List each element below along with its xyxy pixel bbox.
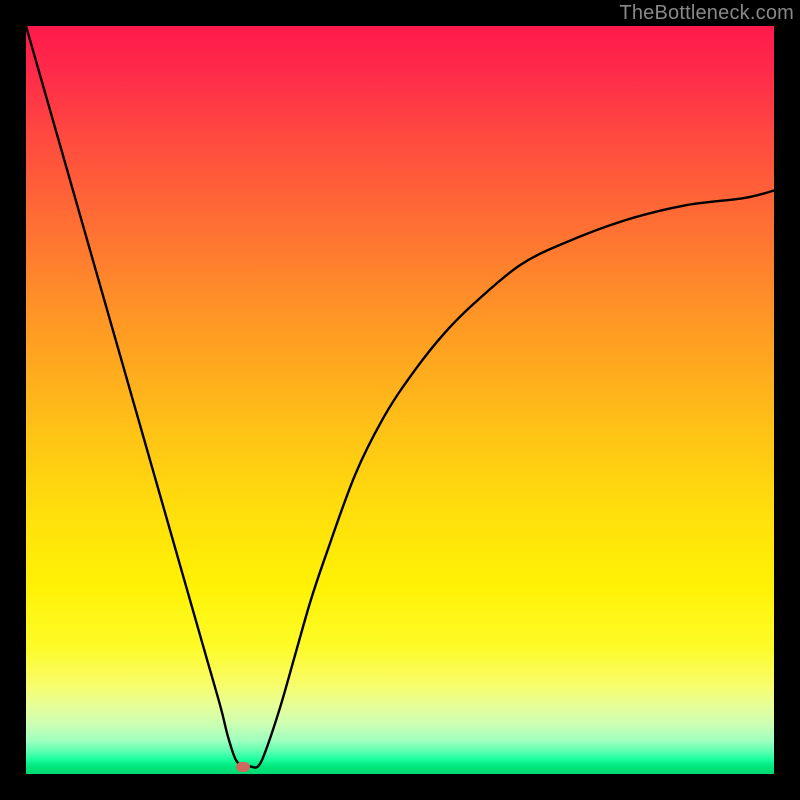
curve-layer [26, 26, 774, 774]
plot-area [26, 26, 774, 774]
bottleneck-curve [26, 26, 774, 768]
optimal-point-marker [236, 762, 250, 772]
chart-frame: TheBottleneck.com [0, 0, 800, 800]
watermark-text: TheBottleneck.com [619, 2, 794, 25]
